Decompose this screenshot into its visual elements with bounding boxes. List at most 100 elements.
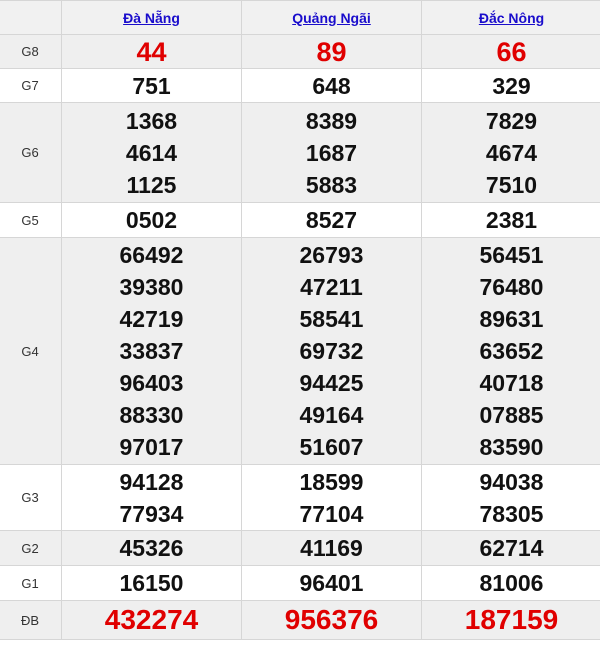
prize-cell: 8527 <box>241 202 422 238</box>
prize-number: 4614 <box>125 139 178 166</box>
prize-cell: 16150 <box>61 565 242 601</box>
prize-number: 66 <box>496 36 527 67</box>
prize-number: 44 <box>136 36 167 67</box>
prize-number: 07885 <box>479 402 544 428</box>
prize-label: G8 <box>0 34 62 69</box>
prize-number: 49164 <box>299 402 364 428</box>
prize-number: 18599 <box>299 468 364 495</box>
prize-number: 2381 <box>485 207 538 233</box>
prize-number: 8527 <box>305 207 358 233</box>
prize-cell: 62714 <box>421 530 600 566</box>
province-header: Quảng Ngãi <box>241 0 422 35</box>
prize-cell: 187159 <box>421 600 600 640</box>
province-link-dac-nong[interactable]: Đắc Nông <box>479 10 544 26</box>
prize-number: 78305 <box>479 500 544 527</box>
prize-number: 45326 <box>119 535 184 561</box>
prize-cell: 8389 1687 5883 <box>241 102 422 203</box>
prize-label: G7 <box>0 68 62 103</box>
prize-row-g3: G3 94128 77934 18599 77104 94038 78305 <box>0 464 600 531</box>
province-link-quang-ngai[interactable]: Quảng Ngãi <box>292 10 371 26</box>
prize-number: 94038 <box>479 468 544 495</box>
prize-cell: 41169 <box>241 530 422 566</box>
prize-number: 41169 <box>300 535 363 561</box>
prize-cell: 66492 39380 42719 33837 96403 88330 9701… <box>61 237 242 465</box>
prize-cell: 648 <box>241 68 422 103</box>
prize-cell: 0502 <box>61 202 242 238</box>
prize-number: 66492 <box>119 242 184 268</box>
prize-number: 42719 <box>119 306 184 332</box>
prize-cell: 329 <box>421 68 600 103</box>
prize-cell: 956376 <box>241 600 422 640</box>
special-prize-number: 432274 <box>104 604 199 635</box>
prize-label: G2 <box>0 530 62 566</box>
prize-number: 1368 <box>125 107 178 134</box>
prize-label: ĐB <box>0 600 62 640</box>
prize-number: 47211 <box>300 274 363 300</box>
prize-label: G6 <box>0 102 62 203</box>
prize-number: 97017 <box>119 434 184 460</box>
header-corner <box>0 0 62 35</box>
prize-number: 0502 <box>125 207 178 233</box>
prize-cell: 26793 47211 58541 69732 94425 49164 5160… <box>241 237 422 465</box>
prize-number: 56451 <box>479 242 544 268</box>
prize-cell: 432274 <box>61 600 242 640</box>
prize-label: G3 <box>0 464 62 531</box>
prize-number: 26793 <box>299 242 364 268</box>
prize-number: 7829 <box>485 107 538 134</box>
prize-number: 33837 <box>119 338 184 364</box>
prize-number: 94128 <box>119 468 184 495</box>
prize-number: 329 <box>492 72 531 99</box>
prize-cell: 96401 <box>241 565 422 601</box>
prize-number: 39380 <box>119 274 184 300</box>
prize-number: 51607 <box>299 434 364 460</box>
prize-number: 648 <box>312 72 351 99</box>
prize-cell: 94128 77934 <box>61 464 242 531</box>
prize-number: 69732 <box>299 338 364 364</box>
prize-cell: 44 <box>61 34 242 69</box>
prize-row-g1: G1 16150 96401 81006 <box>0 565 600 601</box>
special-prize-number: 956376 <box>284 604 379 635</box>
prize-row-g5: G5 0502 8527 2381 <box>0 202 600 238</box>
prize-number: 83590 <box>479 434 544 460</box>
province-link-da-nang[interactable]: Đà Nẵng <box>123 10 180 26</box>
prize-cell: 7829 4674 7510 <box>421 102 600 203</box>
prize-number: 77934 <box>119 500 184 527</box>
prize-cell: 94038 78305 <box>421 464 600 531</box>
prize-cell: 1368 4614 1125 <box>61 102 242 203</box>
prize-number: 76480 <box>479 274 544 300</box>
prize-row-special: ĐB 432274 956376 187159 <box>0 600 600 640</box>
province-header: Đắc Nông <box>421 0 600 35</box>
prize-number: 62714 <box>479 535 544 561</box>
header-row: Đà Nẵng Quảng Ngãi Đắc Nông <box>0 0 600 35</box>
prize-number: 1687 <box>305 139 358 166</box>
prize-cell: 81006 <box>421 565 600 601</box>
prize-row-g7: G7 751 648 329 <box>0 68 600 103</box>
province-header: Đà Nẵng <box>61 0 242 35</box>
prize-row-g4: G4 66492 39380 42719 33837 96403 88330 9… <box>0 237 600 465</box>
prize-number: 40718 <box>479 370 544 396</box>
prize-number: 63652 <box>479 338 544 364</box>
prize-cell: 66 <box>421 34 600 69</box>
prize-number: 8389 <box>305 107 358 134</box>
prize-number: 58541 <box>299 306 364 332</box>
prize-number: 89 <box>316 36 347 67</box>
prize-number: 96401 <box>299 570 364 596</box>
prize-cell: 751 <box>61 68 242 103</box>
prize-label: G4 <box>0 237 62 465</box>
prize-number: 5883 <box>305 171 358 198</box>
prize-label: G5 <box>0 202 62 238</box>
prize-row-g6: G6 1368 4614 1125 8389 1687 5883 7829 46… <box>0 102 600 203</box>
prize-number: 96403 <box>119 370 184 396</box>
prize-number: 94425 <box>299 370 364 396</box>
prize-cell: 18599 77104 <box>241 464 422 531</box>
lottery-results-table: Đà Nẵng Quảng Ngãi Đắc Nông G8 44 89 66 … <box>0 0 600 640</box>
prize-number: 1125 <box>126 171 177 198</box>
prize-cell: 89 <box>241 34 422 69</box>
prize-number: 89631 <box>479 306 544 332</box>
prize-label: G1 <box>0 565 62 601</box>
prize-number: 7510 <box>485 171 538 198</box>
prize-number: 88330 <box>119 402 184 428</box>
prize-number: 77104 <box>299 500 364 527</box>
prize-number: 4674 <box>485 139 538 166</box>
prize-row-g2: G2 45326 41169 62714 <box>0 530 600 566</box>
